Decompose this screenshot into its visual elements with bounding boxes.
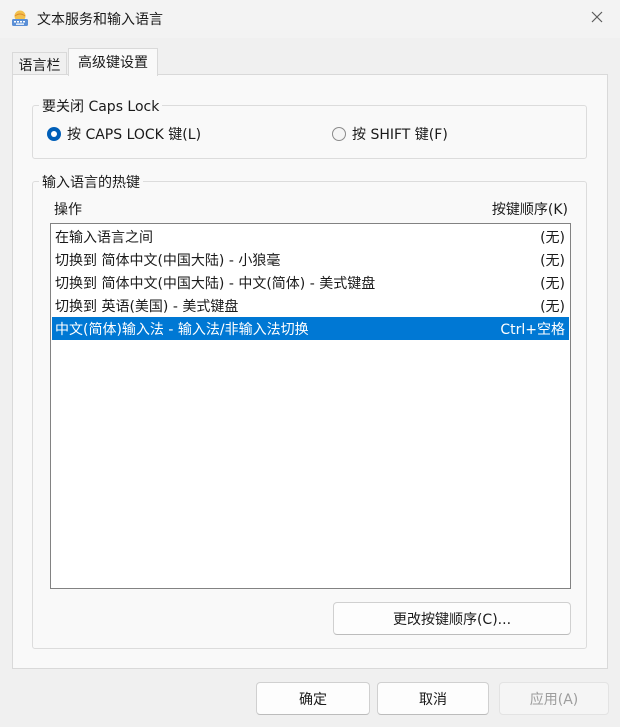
apply-button[interactable]: 应用(A) <box>499 682 609 715</box>
list-item-action: 切换到 简体中文(中国大陆) - 中文(简体) - 美式键盘 <box>55 276 376 292</box>
list-item[interactable]: 切换到 英语(美国) - 美式键盘 (无) <box>52 294 569 317</box>
column-header-action: 操作 <box>54 202 82 218</box>
change-key-sequence-button[interactable]: 更改按键顺序(C)... <box>333 602 571 635</box>
list-item[interactable]: 切换到 简体中文(中国大陆) - 中文(简体) - 美式键盘 (无) <box>52 271 569 294</box>
tab-panel: 要关闭 Caps Lock 按 CAPS LOCK 键(L) 按 SHIFT 键… <box>12 74 608 669</box>
list-item-action: 切换到 英语(美国) - 美式键盘 <box>55 299 239 315</box>
radio-caps-lock-label: 按 CAPS LOCK 键(L) <box>67 127 202 143</box>
close-button[interactable] <box>574 0 620 38</box>
caps-lock-legend: 要关闭 Caps Lock <box>39 96 163 116</box>
list-item-action: 中文(简体)输入法 - 输入法/非输入法切换 <box>55 322 309 338</box>
title-bar: 文本服务和输入语言 <box>0 0 620 38</box>
close-icon <box>591 11 603 27</box>
list-item[interactable]: 在输入语言之间 (无) <box>52 225 569 248</box>
list-item-key: (无) <box>540 299 565 315</box>
hotkey-list[interactable]: 在输入语言之间 (无) 切换到 简体中文(中国大陆) - 小狼毫 (无) 切换到… <box>50 223 571 589</box>
list-item-key: (无) <box>540 253 565 269</box>
list-item-key: (无) <box>540 230 565 246</box>
list-item[interactable]: 切换到 简体中文(中国大陆) - 小狼毫 (无) <box>52 248 569 271</box>
radio-selected-icon <box>47 127 61 141</box>
radio-shift-key[interactable]: 按 SHIFT 键(F) <box>332 124 448 144</box>
caps-lock-group: 要关闭 Caps Lock 按 CAPS LOCK 键(L) 按 SHIFT 键… <box>32 96 587 159</box>
ok-button[interactable]: 确定 <box>256 682 370 715</box>
radio-unselected-icon <box>332 127 346 141</box>
tab-advanced-key-settings[interactable]: 高级键设置 <box>68 48 158 76</box>
cancel-button[interactable]: 取消 <box>377 682 489 715</box>
hotkeys-group: 输入语言的热键 操作 按键顺序(K) 在输入语言之间 (无) 切换到 简体中文(… <box>32 172 587 649</box>
list-item-action: 切换到 简体中文(中国大陆) - 小狼毫 <box>55 253 281 269</box>
hotkeys-legend: 输入语言的热键 <box>39 172 143 192</box>
window-title: 文本服务和输入语言 <box>37 12 163 28</box>
list-item-action: 在输入语言之间 <box>55 230 153 246</box>
column-header-key-sequence: 按键顺序(K) <box>491 202 568 218</box>
radio-shift-label: 按 SHIFT 键(F) <box>352 127 448 143</box>
list-item-key: (无) <box>540 276 565 292</box>
list-item-key: Ctrl+空格 <box>500 322 565 338</box>
keyboard-globe-icon <box>11 9 29 27</box>
radio-caps-lock-key[interactable]: 按 CAPS LOCK 键(L) <box>47 124 201 144</box>
tab-language-bar[interactable]: 语言栏 <box>12 52 67 75</box>
list-item-selected[interactable]: 中文(简体)输入法 - 输入法/非输入法切换 Ctrl+空格 <box>52 317 569 340</box>
